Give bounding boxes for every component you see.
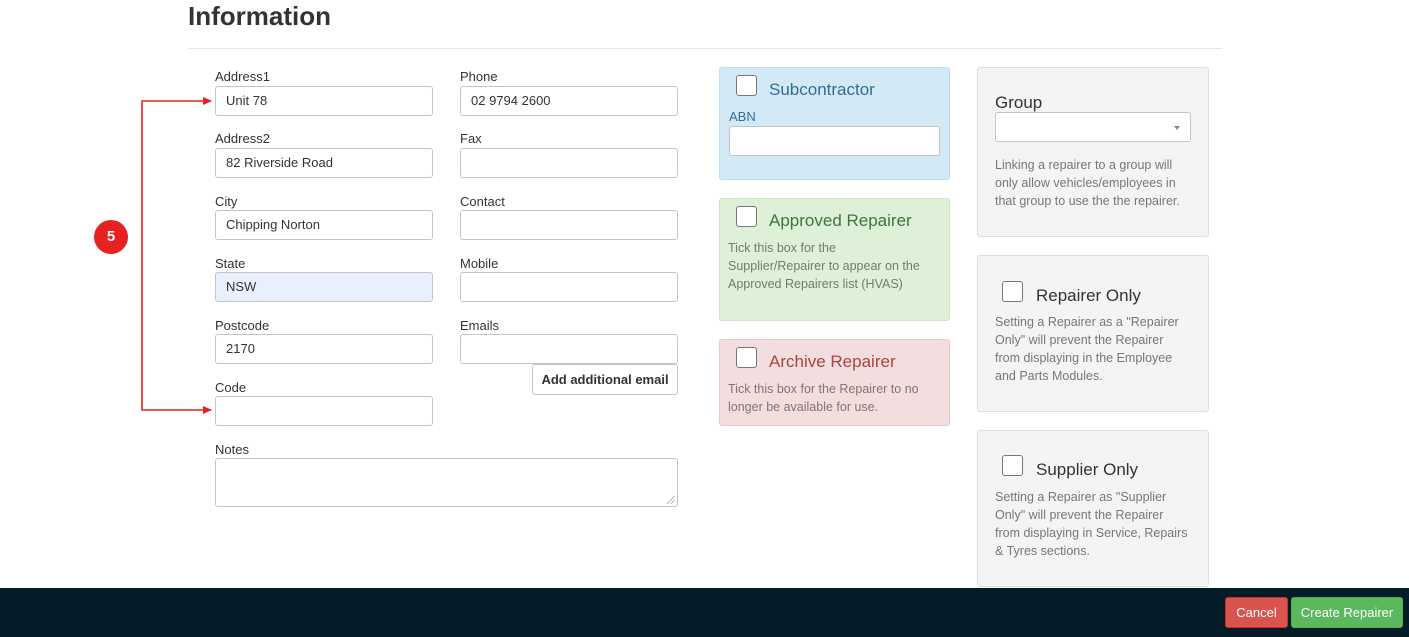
postcode-input[interactable]: 2170 xyxy=(215,334,433,364)
repairer-only-text-1: Setting a Repairer as a "Repairer xyxy=(995,315,1179,329)
footer-bar xyxy=(0,588,1409,637)
title-divider xyxy=(188,48,1222,49)
group-title: Group xyxy=(995,93,1043,112)
emails-input[interactable] xyxy=(460,334,678,364)
create-repairer-button[interactable]: Create Repairer xyxy=(1291,597,1403,628)
mobile-input[interactable] xyxy=(460,272,678,302)
address1-label: Address1 xyxy=(215,69,270,84)
code-label: Code xyxy=(215,380,247,395)
notes-textarea[interactable] xyxy=(215,458,678,507)
approved-repairer-text-1: Tick this box for the xyxy=(728,241,836,255)
supplier-only-title: Supplier Only xyxy=(1036,460,1139,479)
group-panel: Group Linking a repairer to a group will… xyxy=(977,67,1209,237)
contact-label: Contact xyxy=(460,194,505,209)
cancel-button[interactable]: Cancel xyxy=(1225,597,1288,628)
repairer-only-text-4: and Parts Modules. xyxy=(995,369,1103,383)
city-input[interactable]: Chipping Norton xyxy=(215,210,433,240)
page-title: Information xyxy=(188,1,331,31)
postcode-label: Postcode xyxy=(215,318,270,333)
address2-input[interactable]: 82 Riverside Road xyxy=(215,148,433,178)
resize-grip-icon[interactable] xyxy=(667,496,675,504)
abn-label: ABN xyxy=(729,109,756,124)
subcontractor-panel: Subcontractor ABN xyxy=(719,67,950,180)
supplier-only-text-1: Setting a Repairer as "Supplier xyxy=(995,490,1167,504)
step-badge: 5 xyxy=(94,220,128,254)
supplier-only-checkbox[interactable] xyxy=(1002,455,1023,476)
repairer-only-text-3: from displaying in the Employee xyxy=(995,351,1173,365)
code-input[interactable] xyxy=(215,396,433,426)
emails-label: Emails xyxy=(460,318,500,333)
group-select[interactable] xyxy=(995,112,1191,142)
add-additional-email-button[interactable]: Add additional email xyxy=(532,364,678,395)
fax-label: Fax xyxy=(460,131,482,146)
repairer-only-panel: Repairer Only Setting a Repairer as a "R… xyxy=(977,255,1209,412)
city-label: City xyxy=(215,194,238,209)
state-input[interactable]: NSW xyxy=(215,272,433,302)
group-text-1: Linking a repairer to a group will xyxy=(995,158,1173,172)
group-text-2: only allow vehicles/employees in xyxy=(995,176,1176,190)
state-label: State xyxy=(215,256,246,271)
notes-label: Notes xyxy=(215,442,249,457)
archive-repairer-checkbox[interactable] xyxy=(736,347,757,368)
archive-repairer-panel: Archive Repairer Tick this box for the R… xyxy=(719,339,950,426)
repairer-only-text-2: Only" will prevent the Repairer xyxy=(995,333,1164,347)
mobile-label: Mobile xyxy=(460,256,499,271)
supplier-only-text-4: & Tyres sections. xyxy=(995,544,1090,558)
supplier-only-panel: Supplier Only Setting a Repairer as "Sup… xyxy=(977,430,1209,587)
phone-label: Phone xyxy=(460,69,498,84)
chevron-down-icon xyxy=(1174,126,1180,130)
approved-repairer-text-3: Approved Repairers list (HVAS) xyxy=(728,277,903,291)
repairer-only-title: Repairer Only xyxy=(1036,286,1141,305)
phone-input[interactable]: 02 9794 2600 xyxy=(460,86,678,116)
supplier-only-text-3: from displaying in Service, Repairs xyxy=(995,526,1188,540)
archive-repairer-title: Archive Repairer xyxy=(769,352,896,371)
approved-repairer-text-2: Supplier/Repairer to appear on the xyxy=(728,259,920,273)
repairer-only-checkbox[interactable] xyxy=(1002,281,1023,302)
address1-input[interactable]: Unit 78 xyxy=(215,86,433,116)
archive-repairer-text-2: longer be available for use. xyxy=(728,400,879,414)
contact-input[interactable] xyxy=(460,210,678,240)
abn-input[interactable] xyxy=(729,126,940,156)
group-text-3: that group to use the the repairer. xyxy=(995,194,1180,208)
approved-repairer-panel: Approved Repairer Tick this box for the … xyxy=(719,198,950,321)
archive-repairer-text-1: Tick this box for the Repairer to no xyxy=(728,382,919,396)
supplier-only-text-2: Only" will prevent the Repairer xyxy=(995,508,1164,522)
address2-label: Address2 xyxy=(215,131,270,146)
approved-repairer-title: Approved Repairer xyxy=(769,211,912,230)
subcontractor-title: Subcontractor xyxy=(769,80,875,99)
approved-repairer-checkbox[interactable] xyxy=(736,206,757,227)
subcontractor-checkbox[interactable] xyxy=(736,75,757,96)
fax-input[interactable] xyxy=(460,148,678,178)
